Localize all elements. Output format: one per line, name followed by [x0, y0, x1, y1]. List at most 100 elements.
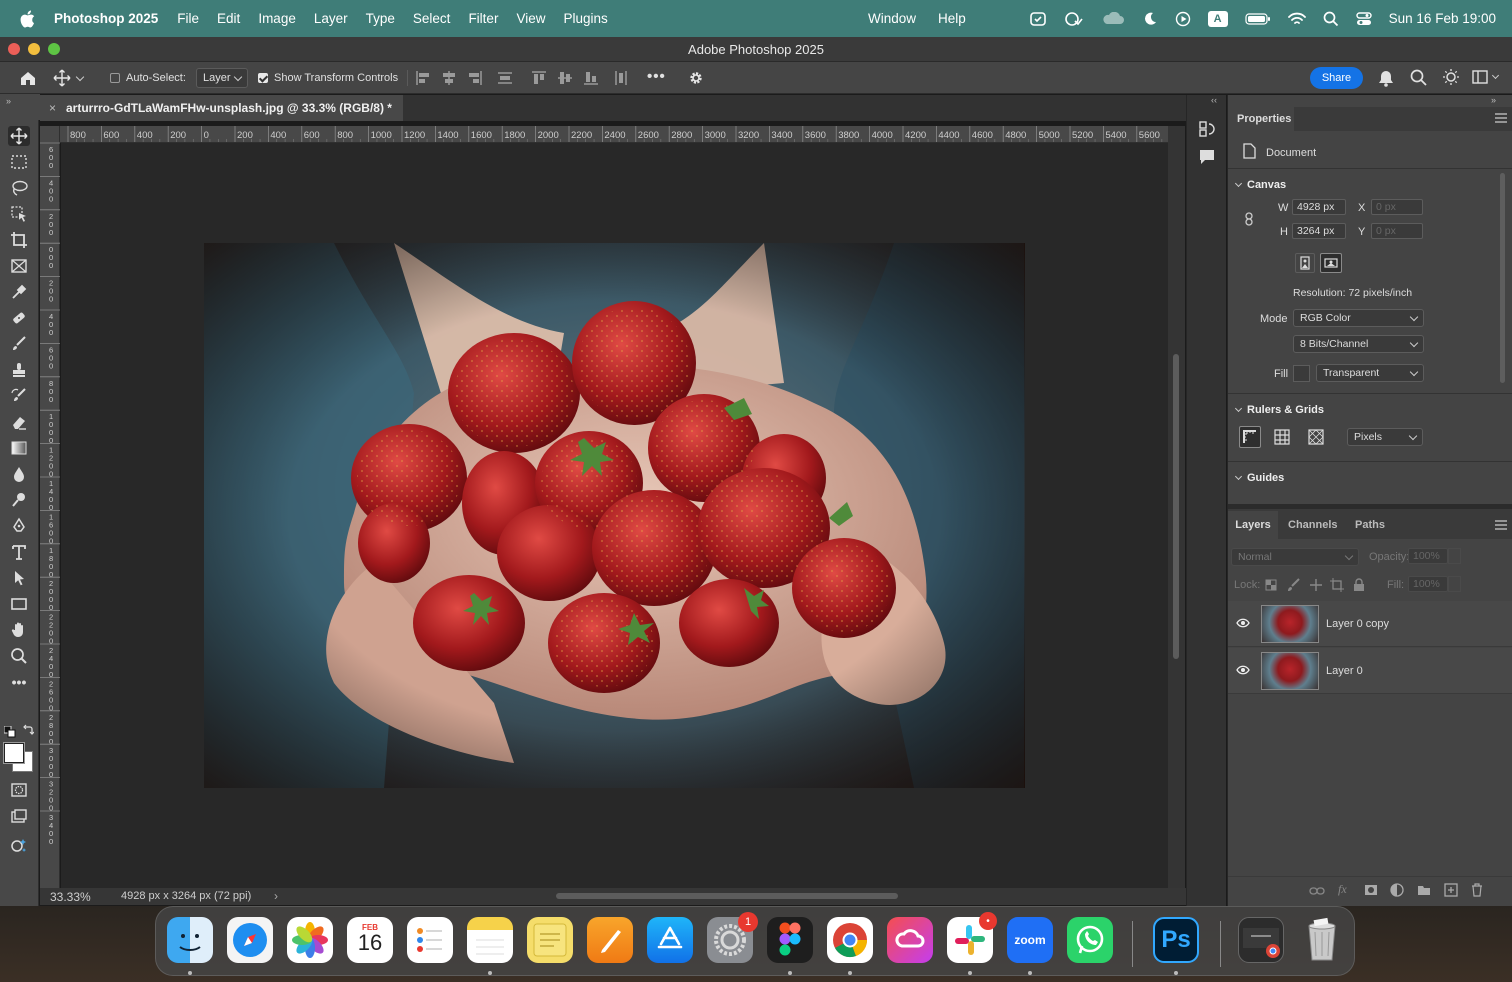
x-field[interactable]: 0 px	[1371, 199, 1423, 215]
healing-brush-tool[interactable]	[8, 308, 30, 328]
menu-plugins[interactable]: Plugins	[554, 11, 616, 26]
vertical-scrollbar[interactable]	[1168, 126, 1185, 888]
clone-stamp-tool[interactable]	[8, 360, 30, 380]
align-left-edges-icon[interactable]	[415, 70, 431, 86]
pixel-grid-toggle-icon[interactable]	[1308, 429, 1324, 445]
layers-menu-icon[interactable]	[1495, 520, 1507, 530]
battery-icon[interactable]	[1245, 12, 1271, 26]
menu-edit[interactable]: Edit	[208, 11, 249, 26]
lock-transparent-pixels-icon[interactable]	[1265, 579, 1277, 591]
horizontal-ruler[interactable]: 800 600 400 200 0 200 400 600 800 1000 1200 1400 160…	[60, 126, 1168, 143]
fill-slider-toggle[interactable]	[1448, 576, 1461, 592]
paths-tab[interactable]: Paths	[1355, 511, 1395, 539]
layer-name[interactable]: Layer 0	[1326, 665, 1363, 677]
zoom-level[interactable]: 33.33%	[50, 890, 91, 904]
collapse-toolbar-icon[interactable]: »	[6, 96, 11, 106]
landscape-orientation-icon[interactable]	[1320, 253, 1342, 273]
lasso-tool[interactable]	[8, 178, 30, 198]
now-playing-icon[interactable]	[1175, 11, 1191, 27]
share-button[interactable]: Share	[1310, 67, 1363, 89]
home-icon[interactable]	[19, 69, 37, 87]
rulers-toggle-icon[interactable]	[1239, 426, 1261, 448]
layer-effects-icon[interactable]: fx	[1338, 882, 1347, 897]
width-field[interactable]: 4928 px	[1292, 199, 1346, 215]
safari-app-icon[interactable]	[227, 917, 273, 963]
menu-type[interactable]: Type	[357, 11, 404, 26]
align-vertical-centers-icon[interactable]	[557, 70, 573, 86]
bit-depth-dropdown[interactable]: 8 Bits/Channel	[1293, 335, 1424, 353]
layer-fill-field[interactable]: 100%	[1408, 576, 1448, 592]
comments-panel-icon[interactable]	[1198, 148, 1216, 166]
finder-app-icon[interactable]	[167, 917, 213, 963]
auto-select-target-dropdown[interactable]: Layer	[196, 68, 248, 88]
frame-tool[interactable]	[8, 256, 30, 276]
eyedropper-tool[interactable]	[8, 282, 30, 302]
lock-position-icon[interactable]	[1309, 578, 1323, 592]
hand-tool[interactable]	[8, 620, 30, 640]
whatsapp-app-icon[interactable]	[1067, 917, 1113, 963]
link-dimensions-icon[interactable]	[1244, 212, 1254, 226]
layer-row[interactable]: Layer 0	[1228, 648, 1512, 694]
rulers-grids-section-toggle[interactable]: Rulers & Grids	[1234, 404, 1324, 416]
stickies-app-icon[interactable]	[527, 917, 573, 963]
vertical-scroll-thumb[interactable]	[1173, 354, 1179, 659]
pen-tool[interactable]	[8, 516, 30, 536]
creative-cloud-app-icon[interactable]	[887, 917, 933, 963]
object-selection-tool[interactable]	[8, 204, 30, 224]
photoshop-app-icon[interactable]: Ps	[1153, 917, 1199, 963]
sync-status-icon[interactable]	[1064, 11, 1084, 27]
default-colors-icon[interactable]	[4, 726, 16, 738]
fill-color-swatch[interactable]	[1293, 365, 1310, 382]
search-icon[interactable]	[1410, 69, 1427, 86]
lock-image-pixels-icon[interactable]	[1287, 578, 1301, 592]
show-transform-controls-checkbox[interactable]: Show Transform Controls	[258, 72, 398, 84]
distribute-horizontal-icon[interactable]	[613, 70, 629, 86]
calendar-app-icon[interactable]: FEB 16	[347, 917, 393, 963]
properties-tab[interactable]: Properties	[1228, 107, 1294, 131]
zoom-app-icon[interactable]: zoom	[1007, 917, 1053, 963]
window-close-button[interactable]	[8, 43, 20, 55]
edit-toolbar-button[interactable]: •••	[8, 672, 30, 692]
path-selection-tool[interactable]	[8, 568, 30, 588]
workspace-switcher[interactable]	[1472, 70, 1500, 84]
new-layer-icon[interactable]	[1444, 883, 1458, 897]
brush-tool[interactable]	[8, 334, 30, 354]
distribute-vertical-icon[interactable]	[497, 70, 513, 86]
delete-layer-trash-icon[interactable]	[1471, 883, 1483, 897]
trash-icon[interactable]	[1299, 917, 1345, 963]
mode-dropdown[interactable]: RGB Color	[1293, 309, 1424, 327]
channels-tab[interactable]: Channels	[1288, 511, 1338, 539]
pages-app-icon[interactable]	[587, 917, 633, 963]
adjustment-layer-icon[interactable]	[1390, 883, 1404, 897]
horizontal-scroll-thumb[interactable]	[556, 893, 898, 899]
align-horizontal-centers-icon[interactable]	[441, 70, 457, 86]
gradient-tool[interactable]	[8, 438, 30, 458]
align-right-edges-icon[interactable]	[467, 70, 483, 86]
collapse-panels-icon[interactable]: »	[1491, 95, 1496, 105]
eraser-tool[interactable]	[8, 412, 30, 432]
document-tab[interactable]: × arturrro-GdTLaWamFHw-unsplash.jpg @ 33…	[40, 95, 403, 121]
screen-mode-button[interactable]	[8, 806, 30, 826]
apple-menu-icon[interactable]	[0, 10, 54, 28]
layer-row[interactable]: Layer 0 copy	[1228, 601, 1512, 647]
recent-chrome-window-icon[interactable]	[1238, 917, 1284, 963]
input-source-icon[interactable]: A	[1207, 10, 1228, 27]
menu-filter[interactable]: Filter	[459, 11, 507, 26]
history-brush-tool[interactable]	[8, 386, 30, 406]
status-info-menu-icon[interactable]: ›	[274, 889, 278, 903]
opacity-slider-toggle[interactable]	[1448, 548, 1461, 564]
add-mask-icon[interactable]	[1364, 884, 1378, 896]
lock-artboard-icon[interactable]	[1330, 578, 1344, 592]
wifi-icon[interactable]	[1287, 12, 1306, 26]
history-panel-icon[interactable]	[1198, 120, 1216, 138]
document-image-strawberries[interactable]	[204, 243, 1025, 788]
properties-scroll-thumb[interactable]	[1500, 173, 1505, 383]
layer-name[interactable]: Layer 0 copy	[1326, 618, 1389, 630]
foreground-color-swatch[interactable]	[4, 743, 24, 763]
auto-select-checkbox[interactable]: Auto-Select:	[110, 72, 186, 84]
window-zoom-button[interactable]	[48, 43, 60, 55]
height-field[interactable]: 3264 px	[1292, 223, 1346, 239]
move-tool-preset-picker[interactable]	[53, 67, 99, 89]
notifications-bell-icon[interactable]	[1378, 69, 1394, 87]
control-center-icon[interactable]	[1355, 11, 1372, 27]
